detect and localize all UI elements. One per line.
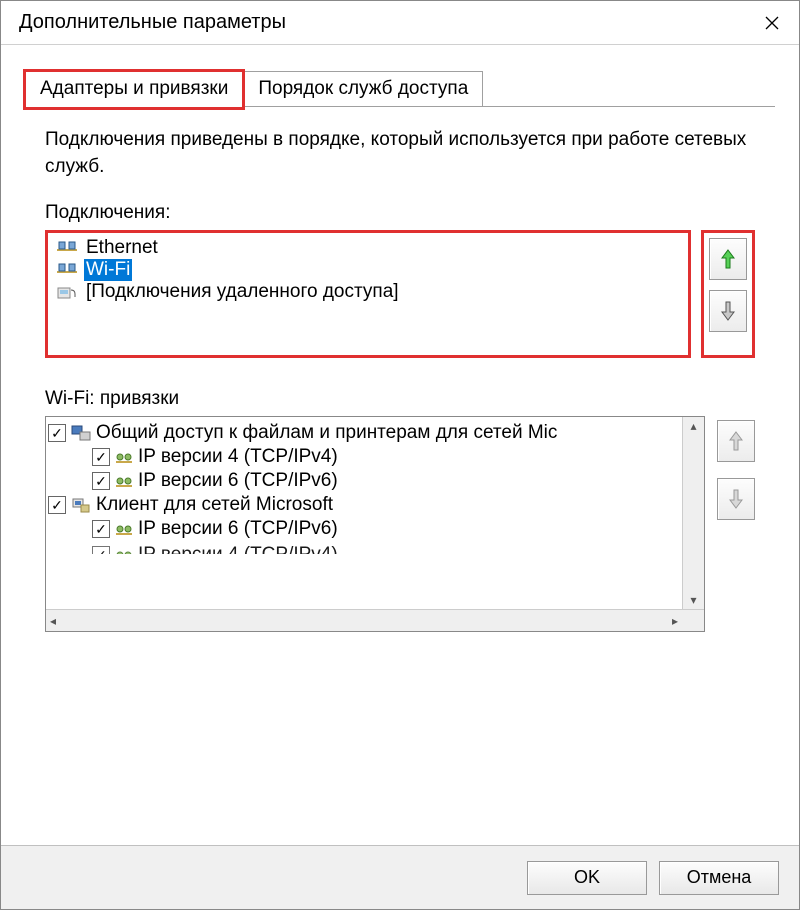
- checkbox[interactable]: ✓: [92, 520, 110, 538]
- bindings-row: ✓ Общий доступ к файлам и принтерам для …: [45, 416, 755, 632]
- binding-item[interactable]: ✓ Общий доступ к файлам и принтерам для …: [48, 421, 680, 445]
- cancel-button[interactable]: Отмена: [659, 861, 779, 895]
- titlebar: Дополнительные параметры: [1, 1, 799, 45]
- button-label: OK: [574, 867, 600, 888]
- connection-item[interactable]: Ethernet: [54, 237, 682, 259]
- vertical-scrollbar[interactable]: ▴ ▾: [682, 417, 704, 609]
- bindings-viewport: ✓ Общий доступ к файлам и принтерам для …: [46, 417, 682, 609]
- scroll-up-icon[interactable]: ▴: [686, 417, 700, 435]
- ok-button[interactable]: OK: [527, 861, 647, 895]
- dialog-button-bar: OK Отмена: [1, 845, 799, 909]
- protocol-icon: [114, 449, 134, 465]
- description-text: Подключения приведены в порядке, который…: [45, 127, 755, 180]
- binding-item[interactable]: ✓ Клиент для сетей Microsoft: [48, 493, 680, 517]
- tab-strip: Адаптеры и привязки Порядок служб доступ…: [25, 71, 775, 107]
- checkbox[interactable]: ✓: [92, 472, 110, 490]
- connection-name: [Подключения удаленного доступа]: [84, 281, 401, 303]
- bindings-label: Wi-Fi: привязки: [45, 388, 755, 410]
- binding-move-down-button[interactable]: [717, 478, 755, 520]
- binding-text: Общий доступ к файлам и принтерам для се…: [96, 422, 557, 444]
- binding-text: IP версии 4 (TCP/IPv4): [138, 446, 338, 468]
- protocol-icon: [114, 521, 134, 537]
- binding-text: IP версии 6 (TCP/IPv6): [138, 470, 338, 492]
- client-icon: [70, 496, 92, 514]
- bindings-arrow-group: [717, 420, 755, 520]
- binding-text: IP версии 6 (TCP/IPv6): [138, 518, 338, 540]
- scroll-left-icon[interactable]: ◂: [46, 612, 60, 630]
- binding-item[interactable]: ✓ IP версии 6 (TCP/IPv6): [48, 469, 680, 493]
- tab-adapters-bindings[interactable]: Адаптеры и привязки: [25, 71, 243, 107]
- connection-name: Wi-Fi: [84, 259, 132, 281]
- binding-move-up-button[interactable]: [717, 420, 755, 462]
- tab-label: Адаптеры и привязки: [40, 78, 228, 99]
- network-adapter-icon: [56, 261, 78, 279]
- advanced-settings-dialog: Дополнительные параметры Адаптеры и прив…: [0, 0, 800, 910]
- move-down-button[interactable]: [709, 290, 747, 332]
- connection-item[interactable]: Wi-Fi: [54, 259, 682, 281]
- protocol-icon: [114, 473, 134, 489]
- dialup-icon: [56, 283, 78, 301]
- checkbox[interactable]: ✓: [92, 448, 110, 466]
- tab-provider-order[interactable]: Порядок служб доступа: [243, 71, 483, 106]
- scroll-down-icon[interactable]: ▾: [686, 591, 700, 609]
- bindings-listbox[interactable]: ✓ Общий доступ к файлам и принтерам для …: [45, 416, 705, 632]
- horizontal-scrollbar[interactable]: ◂ ▸: [46, 609, 704, 631]
- scroll-right-icon[interactable]: ▸: [668, 612, 682, 630]
- file-print-service-icon: [70, 424, 92, 442]
- connection-name: Ethernet: [84, 237, 160, 259]
- checkbox[interactable]: ✓: [48, 496, 66, 514]
- connections-row: Ethernet Wi-Fi [Подключения удаленного д…: [45, 230, 755, 358]
- binding-item[interactable]: ✓ IP версии 4 (TCP/IPv4): [48, 543, 680, 567]
- network-adapter-icon: [56, 239, 78, 257]
- tab-body: Подключения приведены в порядке, который…: [25, 107, 775, 632]
- connection-item[interactable]: [Подключения удаленного доступа]: [54, 281, 682, 303]
- close-button[interactable]: [745, 1, 799, 45]
- connections-label: Подключения:: [45, 202, 755, 224]
- checkbox[interactable]: ✓: [92, 546, 110, 564]
- binding-item[interactable]: ✓ IP версии 4 (TCP/IPv4): [48, 445, 680, 469]
- protocol-icon: [114, 547, 134, 563]
- checkbox[interactable]: ✓: [48, 424, 66, 442]
- window-title: Дополнительные параметры: [19, 11, 286, 34]
- connections-arrow-group: [701, 230, 755, 358]
- tab-label: Порядок служб доступа: [258, 78, 468, 99]
- button-label: Отмена: [687, 867, 752, 888]
- dialog-content: Адаптеры и привязки Порядок служб доступ…: [1, 45, 799, 632]
- connections-listbox[interactable]: Ethernet Wi-Fi [Подключения удаленного д…: [45, 230, 691, 358]
- binding-text: Клиент для сетей Microsoft: [96, 494, 333, 516]
- move-up-button[interactable]: [709, 238, 747, 280]
- binding-item[interactable]: ✓ IP версии 6 (TCP/IPv6): [48, 517, 680, 541]
- binding-text: IP версии 4 (TCP/IPv4): [138, 544, 338, 566]
